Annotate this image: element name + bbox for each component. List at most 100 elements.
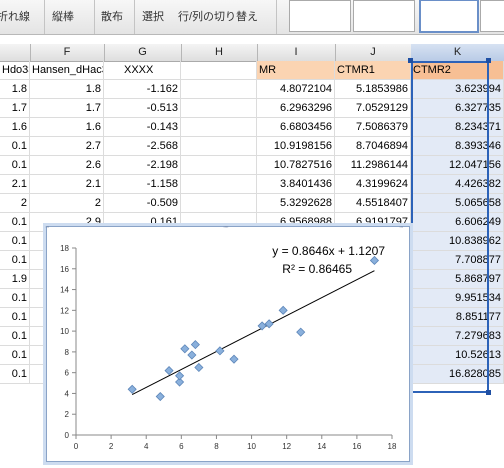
cell-h[interactable] [181, 194, 257, 213]
switch-row-column-button[interactable]: 行/列の切り替え [178, 8, 258, 24]
cell-j[interactable]: 4.3199624 [335, 175, 411, 194]
header-cell-h[interactable] [181, 61, 257, 80]
chart-layout-thumbnail[interactable] [289, 0, 351, 32]
scatter-chart-tab[interactable]: 散布 [101, 8, 123, 24]
line-chart-tab[interactable]: 折れ線 [0, 8, 30, 24]
resize-handle[interactable]: ∙∙∙ [45, 222, 50, 231]
cell-h[interactable] [181, 175, 257, 194]
cell-h[interactable] [181, 118, 257, 137]
data-point[interactable] [155, 391, 165, 402]
cell-e[interactable]: 1.8 [0, 80, 30, 99]
cell-k[interactable]: 10.52613 [411, 346, 504, 365]
cell-e[interactable]: 0.1 [0, 308, 30, 327]
cell-j[interactable]: 4.5518407 [335, 194, 411, 213]
header-cell-g[interactable]: XXXX [104, 61, 181, 80]
cell-g[interactable]: -0.513 [104, 99, 181, 118]
cell-k[interactable]: 8.234371 [411, 118, 504, 137]
resize-handle[interactable]: ∙∙∙∙ [223, 222, 229, 231]
cell-k[interactable]: 8.393346 [411, 137, 504, 156]
cell-j[interactable]: 7.5086379 [335, 118, 411, 137]
cell-f[interactable]: 1.8 [30, 80, 104, 99]
header-cell-j[interactable]: CTMR1 [335, 61, 411, 80]
cell-i[interactable]: 5.3292628 [257, 194, 335, 213]
cell-h[interactable] [181, 137, 257, 156]
cell-e[interactable]: 0.1 [0, 289, 30, 308]
select-data-button[interactable]: 選択 [142, 8, 164, 24]
chart-layout-thumbnail[interactable] [353, 0, 415, 32]
cell-e[interactable]: 2.1 [0, 175, 30, 194]
cell-j[interactable]: 5.1853986 [335, 80, 411, 99]
trendline-equation[interactable]: y = 0.8646x + 1.1207 [272, 244, 385, 258]
cell-f[interactable]: 1.6 [30, 118, 104, 137]
cell-f[interactable]: 2.1 [30, 175, 104, 194]
column-header-f[interactable]: F [30, 44, 105, 61]
cell-i[interactable]: 6.6803456 [257, 118, 335, 137]
data-point[interactable] [229, 354, 239, 364]
cell-j[interactable]: 11.2986144 [335, 156, 411, 175]
data-point[interactable] [257, 321, 267, 331]
cell-e[interactable]: 0.1 [0, 251, 30, 270]
cell-e[interactable]: 0.1 [0, 137, 30, 156]
cell-f[interactable]: 2.7 [30, 137, 104, 156]
cell-e[interactable]: 0.1 [0, 232, 30, 251]
data-point[interactable] [296, 327, 306, 337]
cell-g[interactable]: -0.509 [104, 194, 181, 213]
chart-layout-thumbnail-selected[interactable] [419, 0, 479, 33]
data-point[interactable] [194, 362, 204, 373]
chart-layout-thumbnail[interactable] [480, 0, 504, 32]
data-point[interactable] [264, 319, 274, 329]
header-cell-f[interactable]: Hansen_dHac33 [30, 61, 104, 80]
cell-j[interactable]: 8.7046894 [335, 137, 411, 156]
column-header-e[interactable] [0, 44, 31, 61]
cell-e[interactable]: 2 [0, 194, 30, 213]
cell-f[interactable]: 1.7 [30, 99, 104, 118]
cell-i[interactable]: 4.8072104 [257, 80, 335, 99]
selection-handle[interactable] [486, 58, 491, 63]
cell-i[interactable]: 3.8401436 [257, 175, 335, 194]
cell-h[interactable] [181, 156, 257, 175]
selection-handle[interactable] [486, 390, 491, 395]
cell-g[interactable]: -2.568 [104, 137, 181, 156]
cell-e[interactable]: 1.6 [0, 118, 30, 137]
cell-h[interactable] [181, 99, 257, 118]
cell-g[interactable]: -0.143 [104, 118, 181, 137]
cell-i[interactable]: 6.2963296 [257, 99, 335, 118]
cell-k[interactable]: 12.047156 [411, 156, 504, 175]
column-header-j[interactable]: J [335, 44, 412, 61]
cell-k[interactable]: 3.623994 [411, 80, 504, 99]
cell-k[interactable]: 6.606249 [411, 213, 504, 232]
cell-i[interactable]: 10.9198156 [257, 137, 335, 156]
cell-k[interactable]: 9.951534 [411, 289, 504, 308]
data-point[interactable] [190, 340, 200, 350]
cell-e[interactable]: 1.9 [0, 270, 30, 289]
cell-k[interactable]: 4.426382 [411, 175, 504, 194]
cell-k[interactable]: 5.868797 [411, 270, 504, 289]
cell-e[interactable]: 0.1 [0, 156, 30, 175]
cell-k[interactable]: 10.838962 [411, 232, 504, 251]
data-point[interactable] [127, 384, 137, 394]
cell-f[interactable]: 2 [30, 194, 104, 213]
cell-e[interactable]: 0.1 [0, 213, 30, 232]
cell-k[interactable]: 7.279683 [411, 327, 504, 346]
trendline[interactable] [131, 270, 375, 396]
cell-i[interactable]: 10.7827516 [257, 156, 335, 175]
cell-k[interactable]: 6.327735 [411, 99, 504, 118]
data-point[interactable] [278, 305, 288, 315]
header-cell-i[interactable]: MR [257, 61, 335, 80]
data-point[interactable] [175, 371, 185, 381]
header-cell-e[interactable]: Hdo33 [0, 61, 30, 80]
resize-handle[interactable]: ∙∙∙ [399, 222, 404, 231]
cell-j[interactable]: 7.0529129 [335, 99, 411, 118]
cell-g[interactable]: -2.198 [104, 156, 181, 175]
cell-g[interactable]: -1.162 [104, 80, 181, 99]
data-point[interactable] [164, 366, 174, 376]
selection-handle[interactable] [408, 58, 413, 63]
cell-k[interactable]: 5.065658 [411, 194, 504, 213]
cell-e[interactable]: 0.1 [0, 346, 30, 365]
cell-h[interactable] [181, 80, 257, 99]
cell-g[interactable]: -1.158 [104, 175, 181, 194]
cell-k[interactable]: 16.828085 [411, 365, 504, 384]
cell-k[interactable]: 7.708877 [411, 251, 504, 270]
scatter-chart[interactable]: ∙∙∙ ∙∙∙∙ ∙∙∙ 0 2 4 6 8 10 12 14 16 18 0 2 4 6 8 10 12 14 1… [45, 222, 410, 462]
column-header-i[interactable]: I [257, 44, 336, 61]
